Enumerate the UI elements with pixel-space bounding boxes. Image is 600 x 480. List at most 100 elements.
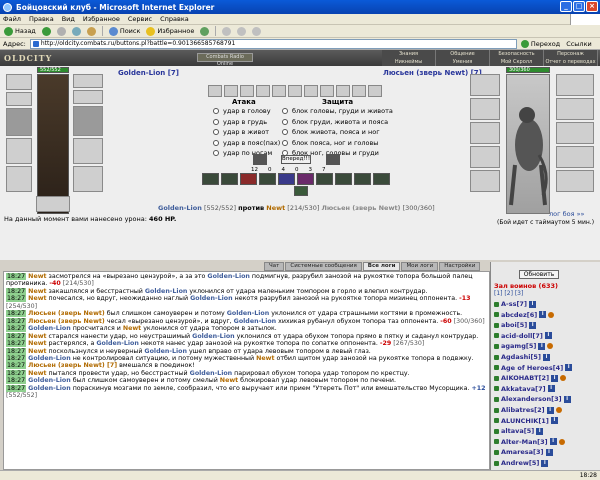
versus-player1[interactable]: Golden-Lion [158, 204, 202, 212]
shield-slot[interactable] [73, 138, 103, 164]
skill-icon[interactable] [297, 173, 314, 185]
pants-slot[interactable] [36, 196, 70, 212]
nav-transfers[interactable]: Отчет о переводах [544, 58, 598, 66]
player-nick[interactable]: Agdashi[5] [501, 353, 541, 361]
maximize-button[interactable]: □ [573, 1, 585, 12]
skill-icon[interactable] [354, 173, 371, 185]
effect-icon[interactable] [240, 85, 254, 97]
skill-icon[interactable] [316, 173, 333, 185]
player-nick[interactable]: Akkatava[7] [501, 385, 546, 393]
skill-icon[interactable] [335, 173, 352, 185]
nav-character[interactable]: Персонаж [544, 50, 598, 58]
defense-option-3[interactable]: блок живота, пояса и ног [282, 127, 393, 138]
player-nick[interactable]: acid-doll[7] [501, 332, 543, 340]
ring-slot[interactable] [73, 90, 103, 104]
enemy-pants-slot[interactable] [556, 170, 594, 192]
player-list-item[interactable]: Age of Heroes[4] i [494, 363, 573, 373]
menu-tools[interactable]: Сервис [128, 15, 152, 23]
fight-button[interactable]: Вперед!!! [281, 155, 311, 164]
player1-name[interactable]: Golden-Lion [7] [118, 69, 179, 77]
player-list-item[interactable]: Andrew[5] i [494, 458, 549, 468]
attack-option-legs[interactable]: удар по ногам [213, 148, 280, 159]
effect-icon[interactable] [368, 85, 382, 97]
earring-slot[interactable] [73, 74, 103, 88]
tab-all-logs[interactable]: Все логи [362, 262, 401, 271]
skill-icon[interactable] [240, 173, 257, 185]
attack-option-belly[interactable]: удар в живот [213, 127, 280, 138]
gloves-slot[interactable] [73, 106, 103, 136]
tab-system[interactable]: Системные сообщения [285, 262, 362, 271]
skill-icon[interactable] [278, 173, 295, 185]
player-list-item[interactable]: Alter-Man[3] i [494, 437, 565, 447]
player-list-item[interactable]: Agdashi[5] i [494, 352, 550, 362]
enemy-boots-slot[interactable] [470, 170, 500, 192]
chat-log[interactable]: 18:27 Newt засмотрелся на «вырезано ценз… [3, 271, 490, 470]
history-button[interactable] [200, 26, 210, 36]
player-nick[interactable]: abcdez[6] [501, 311, 537, 319]
player-nick[interactable]: Alexanderson[3] [501, 395, 562, 403]
info-icon[interactable]: i [529, 321, 537, 329]
effect-icon[interactable] [208, 85, 222, 97]
enemy-ring-slot[interactable] [556, 74, 594, 96]
menu-help[interactable]: Справка [160, 15, 189, 23]
enemy-shield-slot[interactable] [556, 122, 594, 144]
player-list-item[interactable]: A-ss[7] i [494, 299, 536, 309]
forward-button[interactable] [41, 26, 51, 36]
weapon-slot[interactable] [6, 108, 32, 136]
player-list-item[interactable]: Akkatava[7] i [494, 384, 555, 394]
enemy-gloves-slot[interactable] [556, 98, 594, 120]
defense-option-1[interactable]: блок головы, груди и живота [282, 106, 393, 117]
minimize-button[interactable]: _ [560, 1, 572, 12]
room-pages[interactable]: [1] [2] [3] [494, 290, 523, 297]
info-icon[interactable]: i [536, 427, 544, 435]
effect-icon[interactable] [272, 85, 286, 97]
belt-slot[interactable] [6, 166, 32, 192]
player-nick[interactable]: Age of Heroes[4] [501, 364, 563, 372]
player1-avatar[interactable] [37, 74, 69, 214]
player-nick[interactable]: altava[5] [501, 427, 534, 435]
nav-chat[interactable]: Общение [436, 50, 490, 58]
print-button[interactable] [237, 26, 247, 36]
info-icon[interactable]: i [546, 406, 554, 414]
boots-slot[interactable] [73, 166, 103, 192]
info-icon[interactable]: i [541, 459, 549, 467]
address-input[interactable]: http://oldcity.combats.ru/buttons.pl?bat… [29, 38, 517, 49]
info-icon[interactable]: i [550, 417, 558, 425]
fight-log-link[interactable]: лог боя »» [549, 210, 585, 218]
enemy-amulet-slot[interactable] [556, 146, 594, 168]
player-list-item[interactable]: abcdez[6] i [494, 310, 555, 320]
refresh-button[interactable] [71, 26, 81, 36]
stop-button[interactable] [56, 26, 66, 36]
nav-skills[interactable]: Умения [436, 58, 490, 66]
player-list-item[interactable]: acid-doll[7] i [494, 331, 552, 341]
helmet-slot[interactable] [6, 74, 32, 90]
skill-icon[interactable] [373, 173, 390, 185]
skill-icon[interactable] [294, 186, 308, 196]
player2-avatar[interactable] [506, 74, 550, 214]
effect-icon[interactable] [224, 85, 238, 97]
player-list-item[interactable]: Amaresa[3] i [494, 447, 553, 457]
player-list-item[interactable]: altava[5] i [494, 426, 544, 436]
player-list-item[interactable]: Alexanderson[3] i [494, 394, 571, 404]
info-icon[interactable]: i [538, 342, 546, 350]
refresh-button[interactable]: Обновить [519, 270, 559, 279]
player-nick[interactable]: aboi[5] [501, 321, 527, 329]
info-icon[interactable]: i [542, 353, 550, 361]
menu-edit[interactable]: Правка [29, 15, 54, 23]
versus-player2[interactable]: Newt [266, 204, 285, 212]
info-icon[interactable]: i [539, 311, 547, 319]
player-nick[interactable]: agamg[5] [501, 342, 536, 350]
search-button[interactable]: Поиск [108, 26, 140, 36]
game-logo[interactable]: OLDCITY [4, 53, 52, 63]
info-icon[interactable]: i [551, 374, 559, 382]
info-icon[interactable]: i [545, 448, 553, 456]
home-button[interactable] [86, 26, 96, 36]
player-list-item[interactable]: Alibatres[2] i [494, 405, 562, 415]
radio-button[interactable]: Combats Radio Online [197, 53, 253, 67]
player2-name[interactable]: Люсьен (зверь Newt) [7] [383, 69, 482, 77]
attack-option-chest[interactable]: удар в грудь [213, 117, 280, 128]
skill-icon[interactable] [259, 173, 276, 185]
nav-scroll[interactable]: Мой Скролл [490, 58, 544, 66]
menu-favorites[interactable]: Избранное [83, 15, 120, 23]
links-label[interactable]: Ссылки [566, 40, 592, 48]
